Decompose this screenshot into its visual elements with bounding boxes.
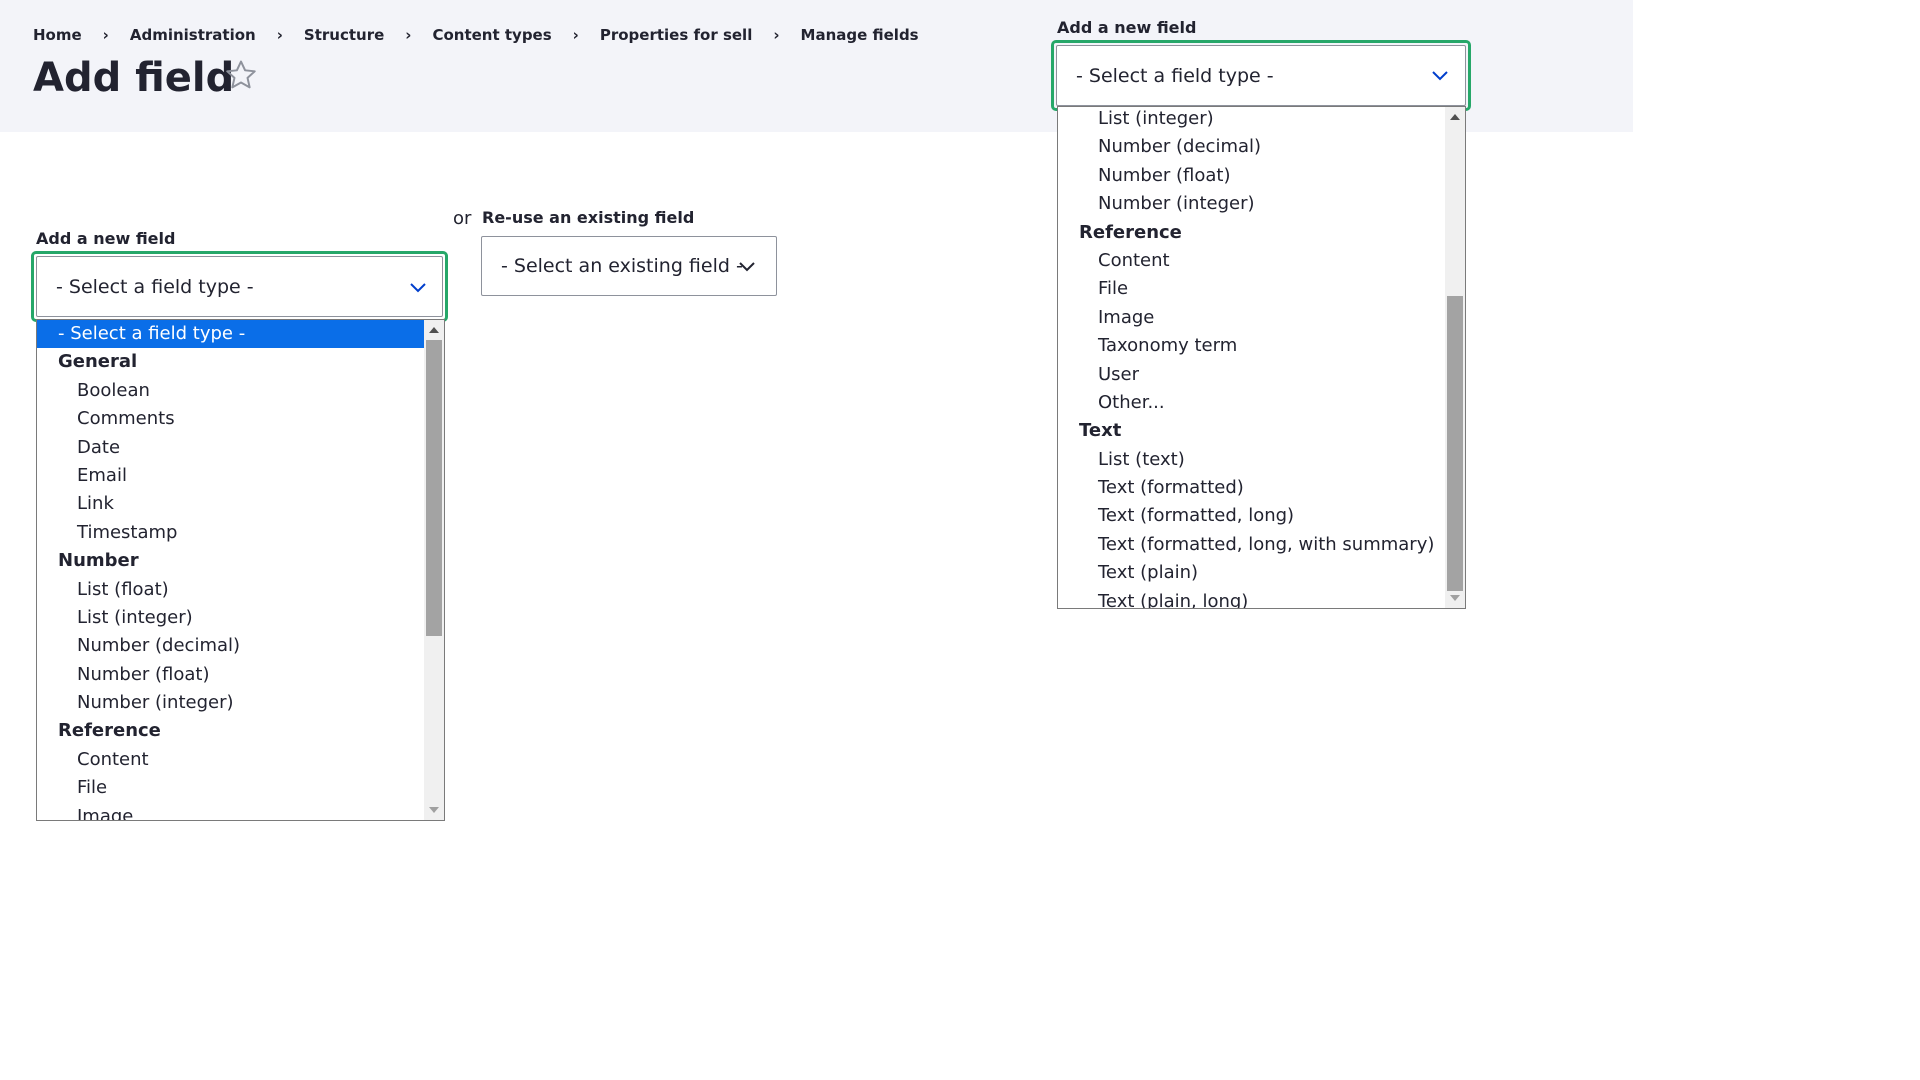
- dropdown-option[interactable]: Text (plain, long): [1058, 588, 1465, 608]
- dropdown-option[interactable]: Timestamp: [37, 519, 444, 547]
- dropdown-option[interactable]: Taxonomy term: [1058, 332, 1465, 360]
- breadcrumb-structure[interactable]: Structure: [304, 26, 384, 44]
- dropdown-option[interactable]: Text (formatted): [1058, 474, 1465, 502]
- dropdown-option[interactable]: Text (formatted, long, with summary): [1058, 531, 1465, 559]
- breadcrumb-separator: ›: [405, 26, 412, 44]
- breadcrumb-separator: ›: [102, 26, 109, 44]
- breadcrumb-separator: ›: [572, 26, 579, 44]
- breadcrumb-manage-fields[interactable]: Manage fields: [801, 26, 919, 44]
- dropdown-option[interactable]: Content: [1058, 247, 1465, 275]
- scroll-down-arrow-icon[interactable]: [429, 807, 439, 813]
- dropdown-option[interactable]: - Select a field type -: [37, 320, 444, 349]
- dropdown-option[interactable]: List (integer): [1058, 107, 1465, 133]
- option-group-label: Reference: [1079, 221, 1182, 243]
- dropdown-option[interactable]: Number (integer): [1058, 190, 1465, 218]
- chevron-down-icon: [739, 262, 755, 272]
- breadcrumb-home[interactable]: Home: [33, 26, 82, 44]
- select-value: - Select a field type -: [56, 275, 254, 298]
- dropdown-option[interactable]: Other...: [1058, 389, 1465, 417]
- breadcrumb-content-types[interactable]: Content types: [432, 26, 551, 44]
- page-title: Add field: [33, 55, 235, 101]
- dropdown-option[interactable]: List (integer): [37, 604, 444, 632]
- dropdown-option[interactable]: Number (decimal): [37, 632, 444, 660]
- scrollbar-thumb[interactable]: [1447, 296, 1463, 591]
- dropdown-option[interactable]: Number (integer): [37, 689, 444, 717]
- dropdown-option[interactable]: Number (decimal): [1058, 133, 1465, 161]
- chevron-down-icon: [410, 283, 426, 293]
- scroll-up-arrow-icon[interactable]: [1450, 114, 1460, 120]
- option-group-label: Number: [58, 550, 139, 572]
- dropdown-option[interactable]: User: [1058, 361, 1465, 389]
- reuse-field-label: Re-use an existing field: [482, 208, 695, 227]
- scrollbar-thumb[interactable]: [426, 340, 442, 636]
- star-icon[interactable]: [224, 58, 258, 92]
- dropdown-option[interactable]: Comments: [37, 405, 444, 433]
- add-new-field-label: Add a new field: [36, 229, 176, 248]
- dropdown-option[interactable]: Number (float): [37, 661, 444, 689]
- dropdown-option[interactable]: Content: [37, 746, 444, 774]
- option-group-label: Reference: [58, 720, 161, 742]
- select-value: - Select a field type -: [1076, 64, 1274, 87]
- field-type-dropdown-list[interactable]: - Select a field type - General Boolean Com…: [36, 319, 445, 821]
- breadcrumb: Home › Administration › Structure › Cont…: [33, 26, 919, 44]
- dropdown-option[interactable]: File: [37, 774, 444, 802]
- breadcrumb-administration[interactable]: Administration: [130, 26, 256, 44]
- dropdown-options: List (integer) Number (decimal) Number (fl…: [1058, 107, 1465, 608]
- breadcrumb-separator: ›: [276, 26, 283, 44]
- dropdown-option[interactable]: Text (formatted, long): [1058, 502, 1465, 530]
- option-group-label: Text: [1079, 420, 1122, 442]
- dropdown-option[interactable]: Date: [37, 434, 444, 462]
- or-text: or: [453, 208, 472, 229]
- dropdown-option[interactable]: Email: [37, 462, 444, 490]
- chevron-down-icon: [1432, 71, 1448, 81]
- option-group-label: General: [58, 351, 138, 373]
- select-value: - Select an existing field -: [501, 255, 743, 277]
- dropdown-option[interactable]: Text (plain): [1058, 559, 1465, 587]
- scrollbar[interactable]: [1445, 107, 1465, 608]
- dropdown-option[interactable]: Boolean: [37, 377, 444, 405]
- field-type-dropdown-list[interactable]: List (integer) Number (decimal) Number (fl…: [1057, 106, 1466, 609]
- field-type-select[interactable]: - Select a field type -: [1056, 45, 1466, 106]
- dropdown-option[interactable]: Link: [37, 490, 444, 518]
- dropdown-option[interactable]: Number (float): [1058, 162, 1465, 190]
- dropdown-options: - Select a field type - General Boolean Com…: [37, 320, 444, 820]
- existing-field-select[interactable]: - Select an existing field -: [481, 236, 777, 296]
- field-type-select[interactable]: - Select a field type -: [36, 256, 443, 317]
- scroll-up-arrow-icon[interactable]: [429, 327, 439, 333]
- breadcrumb-properties-for-sell[interactable]: Properties for sell: [600, 26, 752, 44]
- scroll-down-arrow-icon[interactable]: [1450, 595, 1460, 601]
- add-new-field-label: Add a new field: [1057, 18, 1197, 37]
- dropdown-option[interactable]: Image: [37, 803, 444, 820]
- breadcrumb-separator: ›: [773, 26, 780, 44]
- dropdown-option[interactable]: Image: [1058, 304, 1465, 332]
- dropdown-option[interactable]: File: [1058, 275, 1465, 303]
- dropdown-option[interactable]: List (text): [1058, 446, 1465, 474]
- dropdown-option[interactable]: List (float): [37, 576, 444, 604]
- scrollbar[interactable]: [424, 320, 444, 820]
